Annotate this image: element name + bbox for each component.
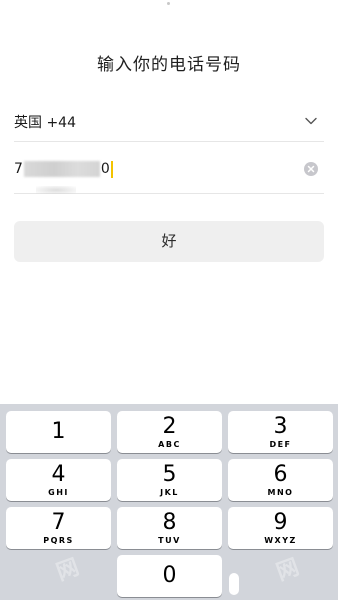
key-letters: TUV	[158, 536, 181, 545]
key-digit: 3	[273, 414, 288, 439]
phone-input[interactable]: 7 0	[14, 156, 284, 182]
key-1[interactable]: 1	[6, 411, 111, 453]
key-3[interactable]: 3 DEF	[228, 411, 333, 453]
key-digit: 9	[273, 510, 288, 535]
key-letters: MNO	[267, 488, 294, 497]
key-digit: 5	[162, 462, 177, 487]
page-title: 输入你的电话号码	[97, 55, 241, 75]
key-digit: 4	[51, 462, 66, 487]
key-digit: 2	[162, 414, 177, 439]
key-6[interactable]: 6 MNO	[228, 459, 333, 501]
key-2[interactable]: 2 ABC	[117, 411, 222, 453]
key-4[interactable]: 4 GHI	[6, 459, 111, 501]
phone-prefix: 7	[14, 161, 23, 177]
key-5[interactable]: 5 JKL	[117, 459, 222, 501]
ok-button[interactable]: 好	[14, 221, 324, 262]
key-9[interactable]: 9 WXYZ	[228, 507, 333, 549]
key-letters: WXYZ	[264, 536, 297, 545]
key-digit: 8	[162, 510, 177, 535]
key-7[interactable]: 7 PQRS	[6, 507, 111, 549]
status-dot	[167, 2, 170, 5]
key-8[interactable]: 8 TUV	[117, 507, 222, 549]
key-letters: JKL	[160, 488, 179, 497]
phone-redaction	[23, 161, 100, 177]
numeric-keypad: 1 2 ABC 3 DEF 4 GHI 5 JKL 6 MNO 7 PQRS 8…	[0, 404, 338, 600]
key-letters: GHI	[48, 488, 69, 497]
country-label: 英国 +44	[14, 115, 76, 131]
key-0[interactable]: 0	[117, 555, 222, 597]
chevron-down-icon	[304, 113, 318, 127]
redaction-smudge	[36, 186, 76, 194]
clear-input-icon[interactable]	[304, 162, 318, 176]
key-letters: ABC	[158, 440, 181, 449]
text-cursor	[110, 160, 113, 178]
key-digit: 7	[51, 510, 66, 535]
phone-suffix: 0	[100, 161, 110, 177]
key-digit: 1	[51, 419, 66, 444]
phone-entry-screen: 输入你的电话号码 英国 +44 7 0 好 1 2 ABC 3 DEF 4 GH…	[0, 0, 338, 600]
key-digit: 6	[273, 462, 288, 487]
country-selector[interactable]: 英国 +44	[14, 104, 324, 142]
key-letters: PQRS	[43, 536, 74, 545]
key-letters: DEF	[269, 440, 292, 449]
key-digit: 0	[162, 563, 177, 588]
